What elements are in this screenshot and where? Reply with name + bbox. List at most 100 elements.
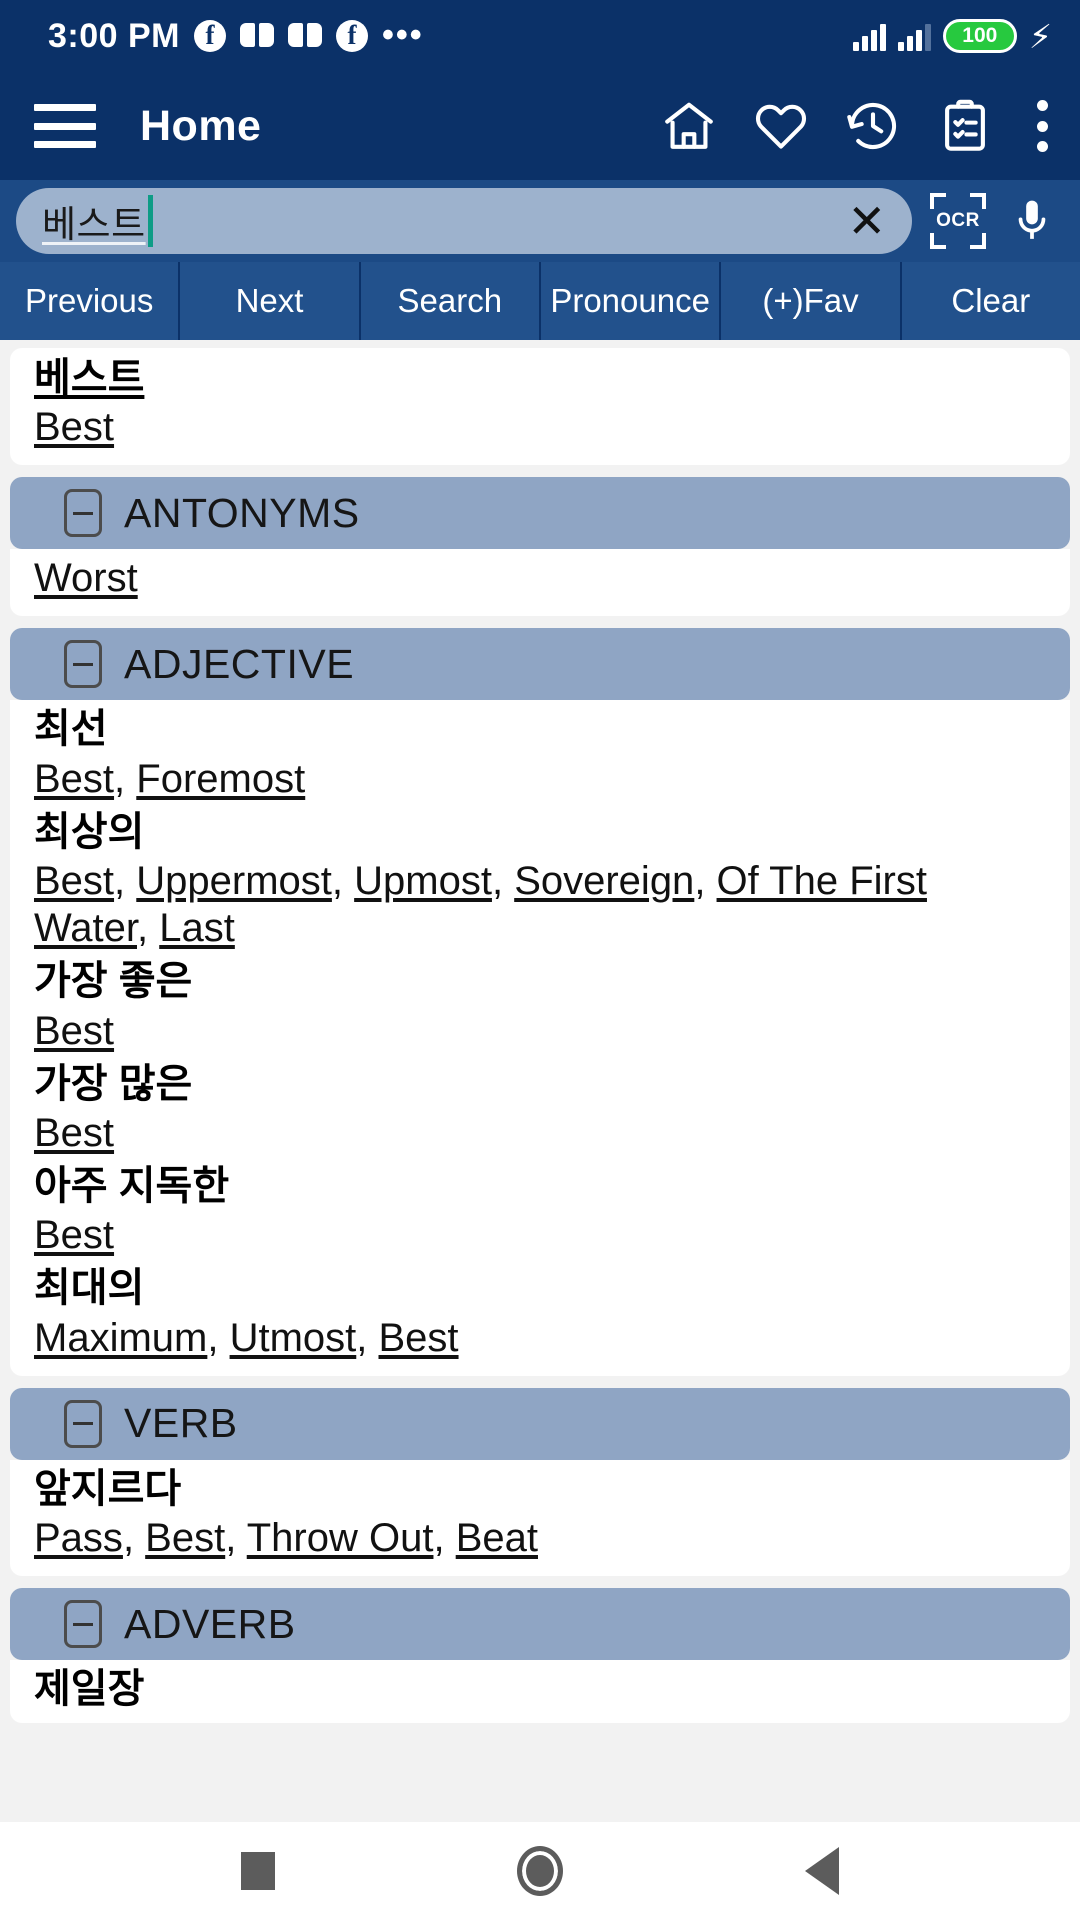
charging-bolt-icon: ⚡: [1028, 17, 1052, 55]
word-link[interactable]: Pass: [34, 1516, 123, 1560]
circle-home-icon[interactable]: [517, 1846, 563, 1896]
home-icon[interactable]: [660, 97, 718, 155]
word-link[interactable]: Best: [34, 1009, 114, 1053]
headword-korean: 베스트: [34, 356, 145, 400]
microphone-icon[interactable]: [1004, 196, 1060, 246]
word-link[interactable]: Upmost: [354, 859, 492, 903]
section-header-adverb[interactable]: ADVERB: [10, 1588, 1070, 1661]
book-icon: [240, 23, 274, 49]
battery-level: 100: [962, 24, 998, 47]
word-link[interactable]: Last: [159, 906, 235, 950]
word-link[interactable]: Maximum: [34, 1316, 207, 1360]
word-link[interactable]: Best: [34, 757, 114, 801]
section-header-adjective[interactable]: ADJECTIVE: [10, 628, 1070, 701]
word-link[interactable]: Best: [34, 405, 114, 449]
facebook-icon: f: [194, 20, 226, 52]
word-link[interactable]: Best: [34, 1111, 114, 1155]
entry-korean: 최대의: [34, 1266, 145, 1311]
triangle-back-icon[interactable]: [805, 1847, 839, 1895]
clear-search-icon[interactable]: ✕: [847, 198, 892, 244]
entry-korean: 가장 많은: [34, 1061, 193, 1106]
entry-korean: 제일장: [34, 1667, 145, 1712]
word-link[interactable]: Beat: [456, 1516, 538, 1560]
minus-box-icon[interactable]: [64, 640, 102, 689]
pronounce-button[interactable]: Pronounce: [540, 262, 722, 340]
dictionary-entry: 아주 지독한 Best: [10, 1161, 1070, 1263]
entry-english: Best, Uppermost, Upmost, Sovereign, Of T…: [34, 858, 927, 951]
entry-korean: 최선: [34, 707, 108, 752]
app-root: 3:00 PM f f ••• 100 ⚡ Home 베스트 ✕ OCR Pre…: [0, 0, 1080, 1920]
section-body-adverb: 제일장: [10, 1660, 1070, 1724]
section-body-antonyms: Worst: [10, 549, 1070, 617]
word-link[interactable]: Utmost: [230, 1316, 357, 1360]
search-button[interactable]: Search: [360, 262, 541, 340]
headword-card: 베스트 Best: [10, 348, 1070, 466]
dictionary-entry: 제일장: [10, 1664, 1070, 1713]
headword-english: Best: [34, 402, 1046, 455]
word-link[interactable]: Sovereign: [514, 859, 694, 903]
entry-korean: 아주 지독한: [34, 1164, 230, 1209]
dictionary-entry: 최상의 Best, Uppermost, Upmost, Sovereign, …: [10, 807, 1070, 957]
section-title: ADJECTIVE: [124, 640, 355, 687]
ocr-scan-icon[interactable]: OCR: [930, 193, 986, 249]
square-recents-icon[interactable]: [241, 1852, 275, 1890]
dictionary-entry: 최선 Best, Foremost: [10, 704, 1070, 806]
heart-icon[interactable]: [752, 97, 810, 155]
entry-english: Maximum, Utmost, Best: [34, 1315, 459, 1360]
search-input[interactable]: 베스트 ✕: [16, 188, 912, 254]
section-header-antonyms[interactable]: ANTONYMS: [10, 477, 1070, 550]
clipboard-check-icon[interactable]: [936, 97, 994, 155]
signal-bars-icon: [897, 21, 931, 51]
entry-english: Best: [34, 1210, 1046, 1263]
entry-korean: 가장 좋은: [34, 959, 193, 1004]
word-link[interactable]: Worst: [34, 556, 138, 600]
text-cursor: [147, 195, 153, 247]
add-favorite-button[interactable]: (+)Fav: [721, 262, 902, 340]
word-link[interactable]: Best: [379, 1316, 459, 1360]
clear-button[interactable]: Clear: [901, 262, 1080, 340]
entry-korean: 최상의: [34, 809, 145, 854]
word-link[interactable]: Best: [34, 1213, 114, 1257]
app-bar-actions: [660, 97, 1054, 155]
word-link[interactable]: Best: [34, 859, 114, 903]
section-title: VERB: [124, 1400, 238, 1447]
ocr-label: OCR: [936, 210, 980, 231]
hamburger-icon[interactable]: [34, 104, 96, 148]
section-body-adjective: 최선 Best, Foremost 최상의 Best, Uppermost, U…: [10, 700, 1070, 1376]
section-title: ADVERB: [124, 1600, 296, 1647]
facebook-icon: f: [336, 20, 368, 52]
results-list[interactable]: 베스트 Best ANTONYMS Worst ADJECTIVE 최선 Bes…: [0, 340, 1080, 1822]
status-bar-left: 3:00 PM f f •••: [48, 17, 424, 56]
battery-icon: 100: [942, 19, 1017, 53]
search-bar: 베스트 ✕ OCR: [0, 180, 1080, 262]
search-input-value: 베스트: [42, 204, 146, 245]
book-icon: [288, 23, 322, 49]
section-body-verb: 앞지르다 Pass, Best, Throw Out, Beat: [10, 1459, 1070, 1577]
page-title: Home: [140, 101, 262, 150]
section-header-verb[interactable]: VERB: [10, 1387, 1070, 1460]
word-link[interactable]: Throw Out: [247, 1516, 434, 1560]
next-button[interactable]: Next: [180, 262, 361, 340]
status-time: 3:00 PM: [48, 16, 180, 55]
status-bar: 3:00 PM f f ••• 100 ⚡: [0, 0, 1080, 72]
dictionary-entry: Worst: [10, 553, 1070, 606]
word-link[interactable]: Uppermost: [136, 859, 332, 903]
action-button-row: Previous Next Search Pronounce (+)Fav Cl…: [0, 262, 1080, 340]
word-link[interactable]: Foremost: [136, 757, 305, 801]
word-link[interactable]: Best: [145, 1516, 225, 1560]
app-bar: Home: [0, 72, 1080, 180]
entry-english: Best: [34, 1108, 1046, 1161]
minus-box-icon[interactable]: [64, 489, 102, 538]
history-icon[interactable]: [844, 97, 902, 155]
dictionary-entry: 앞지르다 Pass, Best, Throw Out, Beat: [10, 1464, 1070, 1566]
entry-english: Best: [34, 1006, 1046, 1059]
overflow-menu-icon[interactable]: [1036, 100, 1048, 152]
status-bar-right: 100 ⚡: [852, 17, 1052, 55]
minus-box-icon[interactable]: [64, 1399, 102, 1448]
signal-bars-icon: [852, 21, 886, 51]
previous-button[interactable]: Previous: [0, 262, 181, 340]
entry-english: Pass, Best, Throw Out, Beat: [34, 1516, 538, 1560]
dictionary-entry: 최대의 Maximum, Utmost, Best: [10, 1263, 1070, 1365]
minus-box-icon[interactable]: [64, 1600, 102, 1649]
dictionary-entry: 가장 좋은 Best: [10, 956, 1070, 1058]
